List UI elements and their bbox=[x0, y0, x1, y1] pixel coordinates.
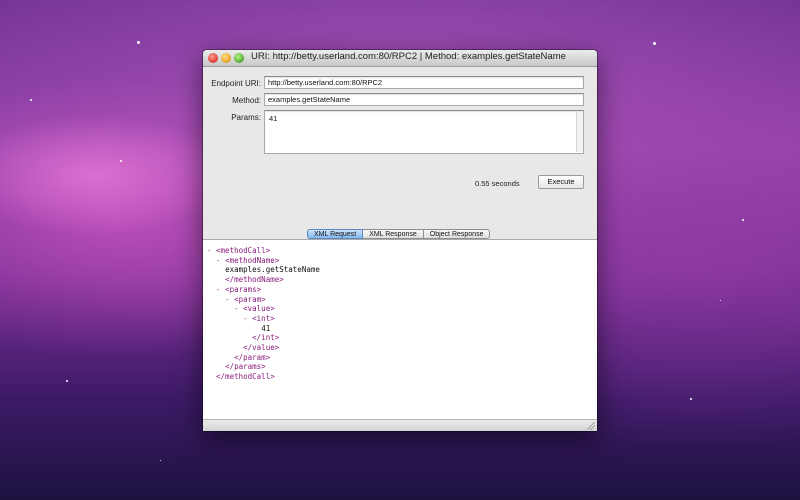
minimize-window-icon[interactable] bbox=[221, 53, 231, 63]
xml-tag: <value> bbox=[243, 304, 275, 314]
desktop-background: URI: http://betty.userland.com:80/RPC2 |… bbox=[0, 0, 800, 500]
xml-line: examples.getStateName bbox=[207, 265, 320, 275]
endpoint-label: Endpoint URI: bbox=[211, 79, 261, 88]
window-title: URI: http://betty.userland.com:80/RPC2 |… bbox=[251, 51, 566, 62]
method-field[interactable]: examples.getStateName bbox=[264, 93, 584, 106]
xml-line: </params> bbox=[207, 362, 320, 372]
xml-line: </methodName> bbox=[207, 275, 320, 285]
resize-grip-icon[interactable] bbox=[587, 422, 595, 430]
xml-tag: <methodCall> bbox=[216, 246, 271, 255]
params-label: Params: bbox=[231, 113, 261, 122]
collapse-toggle-icon[interactable]: - bbox=[207, 246, 216, 255]
params-textarea[interactable]: 41 bbox=[264, 110, 584, 154]
xml-tag: </methodName> bbox=[225, 275, 284, 285]
star bbox=[160, 460, 161, 461]
close-window-icon[interactable] bbox=[208, 53, 218, 63]
xml-tag: <param> bbox=[234, 294, 266, 304]
xml-line: </param> bbox=[207, 353, 320, 363]
star bbox=[653, 42, 656, 45]
request-form: Endpoint URI: http://betty.userland.com:… bbox=[203, 67, 597, 201]
star bbox=[720, 300, 721, 301]
xml-line: - <int> bbox=[207, 314, 320, 324]
xml-line: 41 bbox=[207, 324, 320, 334]
xml-tag: </params> bbox=[225, 362, 266, 372]
star bbox=[120, 160, 122, 162]
view-tabs: XML Request XML Response Object Response bbox=[307, 229, 491, 239]
star bbox=[137, 41, 140, 44]
tab-object-response[interactable]: Object Response bbox=[423, 229, 491, 239]
star bbox=[66, 380, 68, 382]
xml-tag: <methodName> bbox=[225, 255, 280, 265]
star bbox=[742, 219, 744, 221]
xml-indent bbox=[207, 265, 225, 274]
xml-line: </methodCall> bbox=[207, 372, 320, 382]
xml-viewer[interactable]: - <methodCall> - <methodName> examples.g… bbox=[203, 239, 597, 420]
xml-indent bbox=[207, 333, 252, 342]
xml-indent bbox=[207, 353, 234, 362]
xml-indent bbox=[207, 343, 243, 352]
xml-tag: <params> bbox=[225, 284, 262, 294]
collapse-toggle-icon[interactable]: - bbox=[207, 304, 243, 313]
collapse-toggle-icon[interactable]: - bbox=[207, 256, 225, 265]
collapse-toggle-icon[interactable]: - bbox=[207, 285, 225, 294]
xml-line: - <value> bbox=[207, 304, 320, 314]
xml-line: - <param> bbox=[207, 295, 320, 305]
xml-indent bbox=[207, 362, 225, 371]
tab-xml-request[interactable]: XML Request bbox=[307, 229, 364, 239]
xml-tag: </param> bbox=[234, 352, 271, 362]
timing-text: 0.55 seconds bbox=[475, 179, 520, 188]
title-bar[interactable]: URI: http://betty.userland.com:80/RPC2 |… bbox=[203, 50, 597, 67]
xml-line: </value> bbox=[207, 343, 320, 353]
xml-tag: </int> bbox=[252, 333, 280, 343]
xml-line: - <params> bbox=[207, 285, 320, 295]
star bbox=[690, 398, 692, 400]
zoom-window-icon[interactable] bbox=[234, 53, 244, 63]
xml-line: </int> bbox=[207, 333, 320, 343]
xml-indent bbox=[207, 275, 225, 284]
xml-text: 41 bbox=[261, 323, 271, 333]
xml-tag: </value> bbox=[243, 343, 280, 353]
star bbox=[30, 99, 32, 101]
endpoint-uri-field[interactable]: http://betty.userland.com:80/RPC2 bbox=[264, 76, 584, 89]
params-scrollbar[interactable] bbox=[576, 112, 582, 152]
params-value: 41 bbox=[269, 114, 278, 123]
method-label: Method: bbox=[232, 96, 261, 105]
xml-indent bbox=[207, 324, 261, 333]
xml-line: - <methodName> bbox=[207, 256, 320, 266]
tab-xml-response[interactable]: XML Response bbox=[363, 229, 424, 239]
xml-indent bbox=[207, 372, 216, 381]
execute-button[interactable]: Execute bbox=[538, 175, 584, 189]
collapse-toggle-icon[interactable]: - bbox=[207, 314, 252, 323]
xml-tag: <int> bbox=[252, 313, 275, 323]
xml-tag: </methodCall> bbox=[216, 372, 275, 382]
collapse-toggle-icon[interactable]: - bbox=[207, 295, 234, 304]
status-bar bbox=[203, 419, 597, 431]
xml-line: - <methodCall> bbox=[207, 246, 320, 256]
xml-tree: - <methodCall> - <methodName> examples.g… bbox=[207, 246, 320, 382]
app-window: URI: http://betty.userland.com:80/RPC2 |… bbox=[203, 50, 597, 431]
xml-text: examples.getStateName bbox=[225, 265, 320, 275]
